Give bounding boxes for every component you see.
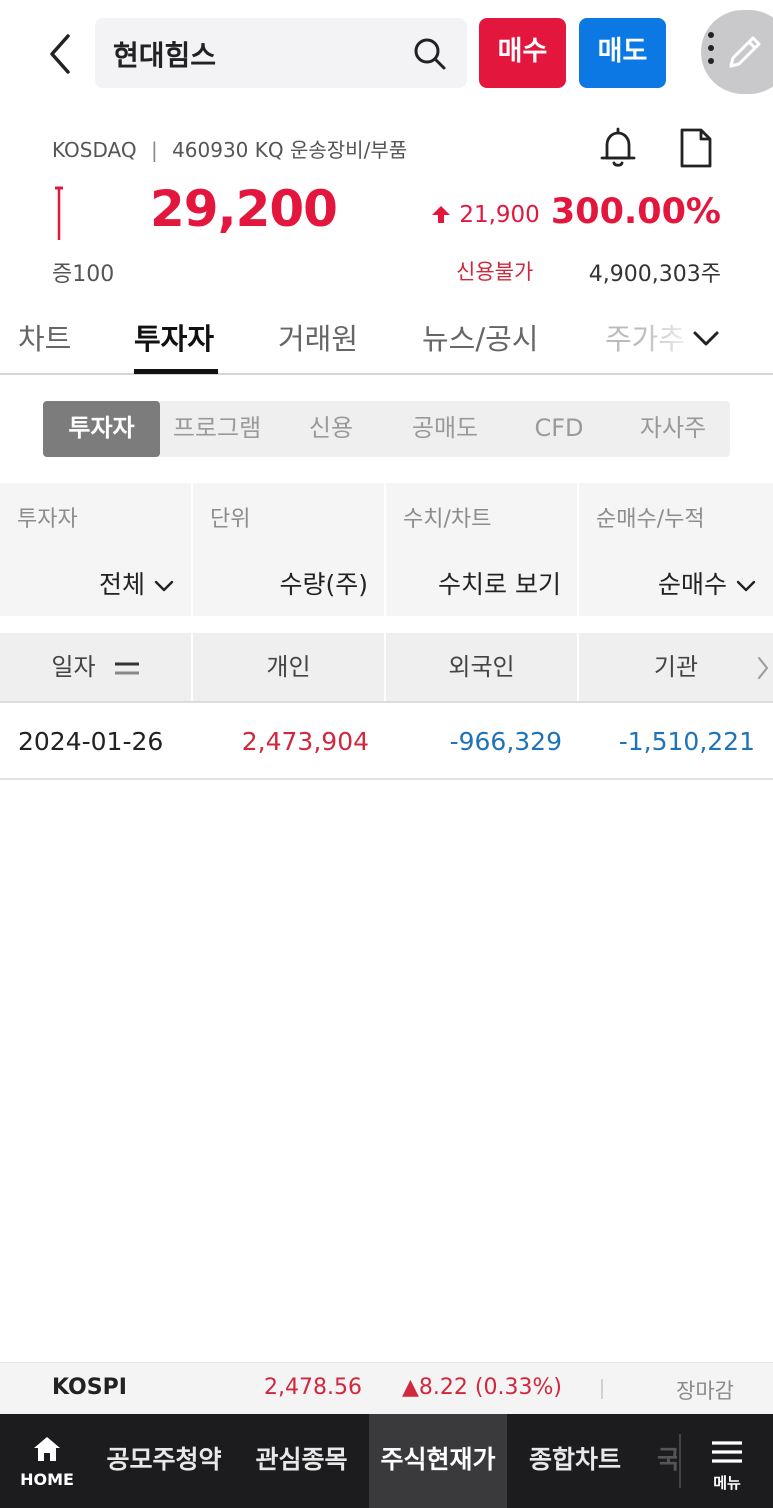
net-buy-filter[interactable]: 순매수/누적 순매수 (579, 483, 773, 616)
column-foreign: 외국인 (386, 633, 579, 701)
ticker-divider (601, 1379, 603, 1399)
cell-date: 2024-01-26 (18, 727, 164, 756)
index-name: KOSPI (52, 1375, 127, 1400)
trade-volume: 4,900,303주 (588, 262, 721, 287)
subtab-program[interactable]: 프로그램 (160, 401, 274, 457)
nav-stock-quote[interactable]: 주식현재가 (369, 1414, 507, 1508)
more-dots-icon (708, 32, 716, 71)
current-price: 29,200 (150, 180, 338, 238)
back-button[interactable] (42, 30, 82, 78)
filter-value: 수량(주) (279, 570, 368, 599)
menu-label: 메뉴 (713, 1474, 741, 1492)
home-label: HOME (20, 1470, 74, 1489)
column-date[interactable]: 일자 (0, 633, 193, 701)
index-value: 2,478.56 (264, 1375, 362, 1400)
change-amount: 21,900 (459, 202, 540, 228)
filter-value-text: 전체 (98, 570, 145, 599)
stock-search-box[interactable]: 현대힘스 (95, 18, 467, 88)
table-row[interactable]: 2024-01-26 2,473,904 -966,329 -1,510,221 (0, 703, 773, 780)
investor-filter[interactable]: 투자자 전체 (0, 483, 193, 616)
filter-label: 단위 (210, 507, 251, 532)
stock-code-sector: 460930 KQ 운송장비/부품 (172, 138, 408, 162)
unit-filter[interactable]: 단위 수량(주) (193, 483, 386, 616)
sub-tab-segment: 투자자 프로그램 신용 공매도 CFD 자사주 (43, 401, 730, 457)
meta-divider: | (150, 138, 158, 162)
active-tab-indicator (134, 369, 218, 374)
view-mode-filter[interactable]: 수치/차트 수치로 보기 (386, 483, 579, 616)
chevron-right-icon[interactable] (756, 655, 770, 681)
main-tab-bar: 차트 투자자 거래원 뉴스/공시 주가추 (0, 300, 773, 375)
filter-label: 수치/차트 (403, 507, 492, 532)
column-individual: 개인 (193, 633, 386, 701)
sell-button[interactable]: 매도 (579, 18, 666, 88)
market-status: 장마감 (676, 1379, 734, 1403)
up-arrow-icon (432, 206, 450, 223)
cell-institution: -1,510,221 (618, 727, 755, 756)
top-bar: 현대힘스 매수 매도 (0, 0, 773, 108)
hamburger-menu-icon (712, 1441, 742, 1463)
search-icon[interactable] (411, 35, 449, 73)
search-query: 현대힘스 (113, 39, 217, 72)
subtab-cfd[interactable]: CFD (502, 401, 616, 457)
table-header: 일자 개인 외국인 기관 (0, 633, 773, 703)
filter-label: 투자자 (17, 507, 78, 532)
filter-value: 전체 (99, 565, 175, 601)
nav-ipo-subscription[interactable]: 공모주청약 (94, 1414, 234, 1508)
chevron-down-icon (154, 580, 174, 592)
floating-edit-button[interactable] (701, 10, 773, 94)
subtab-credit[interactable]: 신용 (274, 401, 388, 457)
credit-status: 신용불가 (456, 260, 534, 284)
sort-icon[interactable] (114, 658, 140, 678)
nav-composite-chart[interactable]: 종합차트 (507, 1414, 643, 1508)
buy-button[interactable]: 매수 (479, 18, 566, 88)
filter-label: 순매수/누적 (596, 507, 705, 532)
home-button[interactable]: HOME (0, 1414, 94, 1508)
cell-foreign: -966,329 (449, 727, 562, 756)
market-index-ticker[interactable]: KOSPI 2,478.56 ▲8.22 (0.33%) 장마감 (0, 1362, 773, 1414)
tab-broker[interactable]: 거래원 (278, 316, 358, 358)
change-rate: 300.00% (550, 192, 721, 232)
document-icon[interactable] (677, 126, 715, 170)
upper-limit-candle-icon (55, 186, 63, 240)
pencil-icon (729, 36, 761, 68)
tab-investor[interactable]: 투자자 (134, 316, 214, 358)
nav-item-partial[interactable]: 국 (657, 1414, 677, 1508)
subtab-short-selling[interactable]: 공매도 (388, 401, 502, 457)
subtab-treasury-stock[interactable]: 자사주 (616, 401, 730, 457)
subtab-investor[interactable]: 투자자 (43, 401, 160, 457)
market-name: KOSDAQ (52, 138, 137, 162)
filter-row: 투자자 전체 단위 수량(주) 수치/차트 수치로 보기 순매수/누적 순매수 (0, 483, 773, 616)
cell-individual: 2,473,904 (241, 727, 369, 756)
margin-rate: 증100 (52, 262, 115, 287)
filter-value: 수치로 보기 (438, 570, 561, 599)
stock-meta: KOSDAQ | 460930 KQ 운송장비/부품 (52, 134, 407, 163)
column-label: 일자 (51, 653, 96, 681)
tab-chart[interactable]: 차트 (18, 316, 71, 358)
bottom-navigation: HOME 공모주청약 관심종목 주식현재가 종합차트 국 메뉴 (0, 1414, 773, 1508)
tab-news[interactable]: 뉴스/공시 (422, 316, 539, 358)
index-change: ▲8.22 (0.33%) (402, 1375, 562, 1400)
column-institution: 기관 (653, 653, 699, 681)
nav-watchlist[interactable]: 관심종목 (234, 1414, 369, 1508)
bell-icon[interactable] (597, 126, 639, 170)
filter-value-text: 순매수 (657, 570, 727, 599)
chevron-left-icon (50, 34, 70, 74)
chevron-down-icon[interactable] (690, 322, 722, 354)
filter-value: 순매수 (658, 565, 757, 601)
chevron-down-icon (736, 580, 756, 592)
price-change: 21,900 (430, 202, 540, 228)
home-icon (34, 1437, 60, 1461)
menu-button[interactable]: 메뉴 (681, 1414, 773, 1508)
